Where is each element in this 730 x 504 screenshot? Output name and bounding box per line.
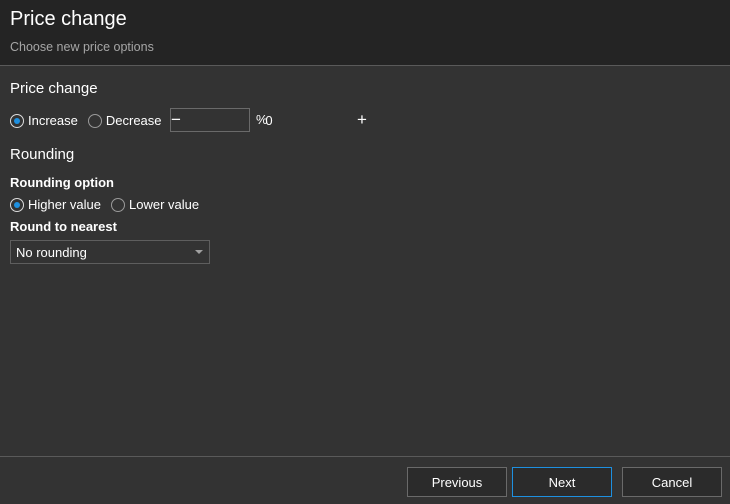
radio-unchecked-icon[interactable] — [87, 113, 102, 128]
page-subtitle: Choose new price options — [10, 40, 154, 54]
next-button[interactable]: Next — [512, 467, 612, 497]
increase-radio[interactable]: Increase — [10, 113, 78, 128]
rounding-section-title: Rounding — [10, 146, 75, 163]
lower-value-radio[interactable]: Lower value — [111, 197, 199, 212]
previous-button[interactable]: Previous — [407, 467, 507, 497]
price-direction-radio-group: Increase Decrease — [10, 113, 172, 128]
lower-value-radio-label: Lower value — [129, 197, 200, 212]
price-change-value-input[interactable] — [180, 112, 357, 128]
decrease-radio-label: Decrease — [105, 113, 162, 128]
percent-unit-label: % — [256, 112, 268, 127]
radio-checked-icon[interactable] — [10, 197, 24, 212]
round-to-nearest-dropdown[interactable]: No rounding — [10, 240, 210, 264]
page-title: Price change — [10, 8, 127, 30]
dialog-footer: Previous Next Cancel — [0, 456, 730, 504]
increase-radio-label: Increase — [28, 113, 78, 128]
higher-value-radio-label: Higher value — [28, 197, 101, 212]
cancel-button[interactable]: Cancel — [622, 467, 722, 497]
decrement-button[interactable]: − — [171, 109, 181, 131]
radio-unchecked-icon[interactable] — [111, 197, 125, 212]
rounding-option-label: Rounding option — [10, 175, 114, 190]
higher-value-radio[interactable]: Higher value — [10, 197, 101, 212]
increment-button[interactable]: + — [357, 109, 367, 131]
decrease-radio[interactable]: Decrease — [87, 113, 162, 128]
price-change-section-title: Price change — [10, 80, 98, 97]
price-change-stepper: − + — [170, 108, 367, 132]
chevron-down-icon — [195, 250, 203, 254]
round-to-nearest-selected-value: No rounding — [16, 244, 87, 260]
radio-checked-icon[interactable] — [10, 113, 24, 128]
round-to-nearest-label: Round to nearest — [10, 219, 117, 234]
rounding-option-radio-group: Higher value Lower value — [10, 197, 209, 212]
dialog-header: Price change Choose new price options — [0, 0, 730, 66]
